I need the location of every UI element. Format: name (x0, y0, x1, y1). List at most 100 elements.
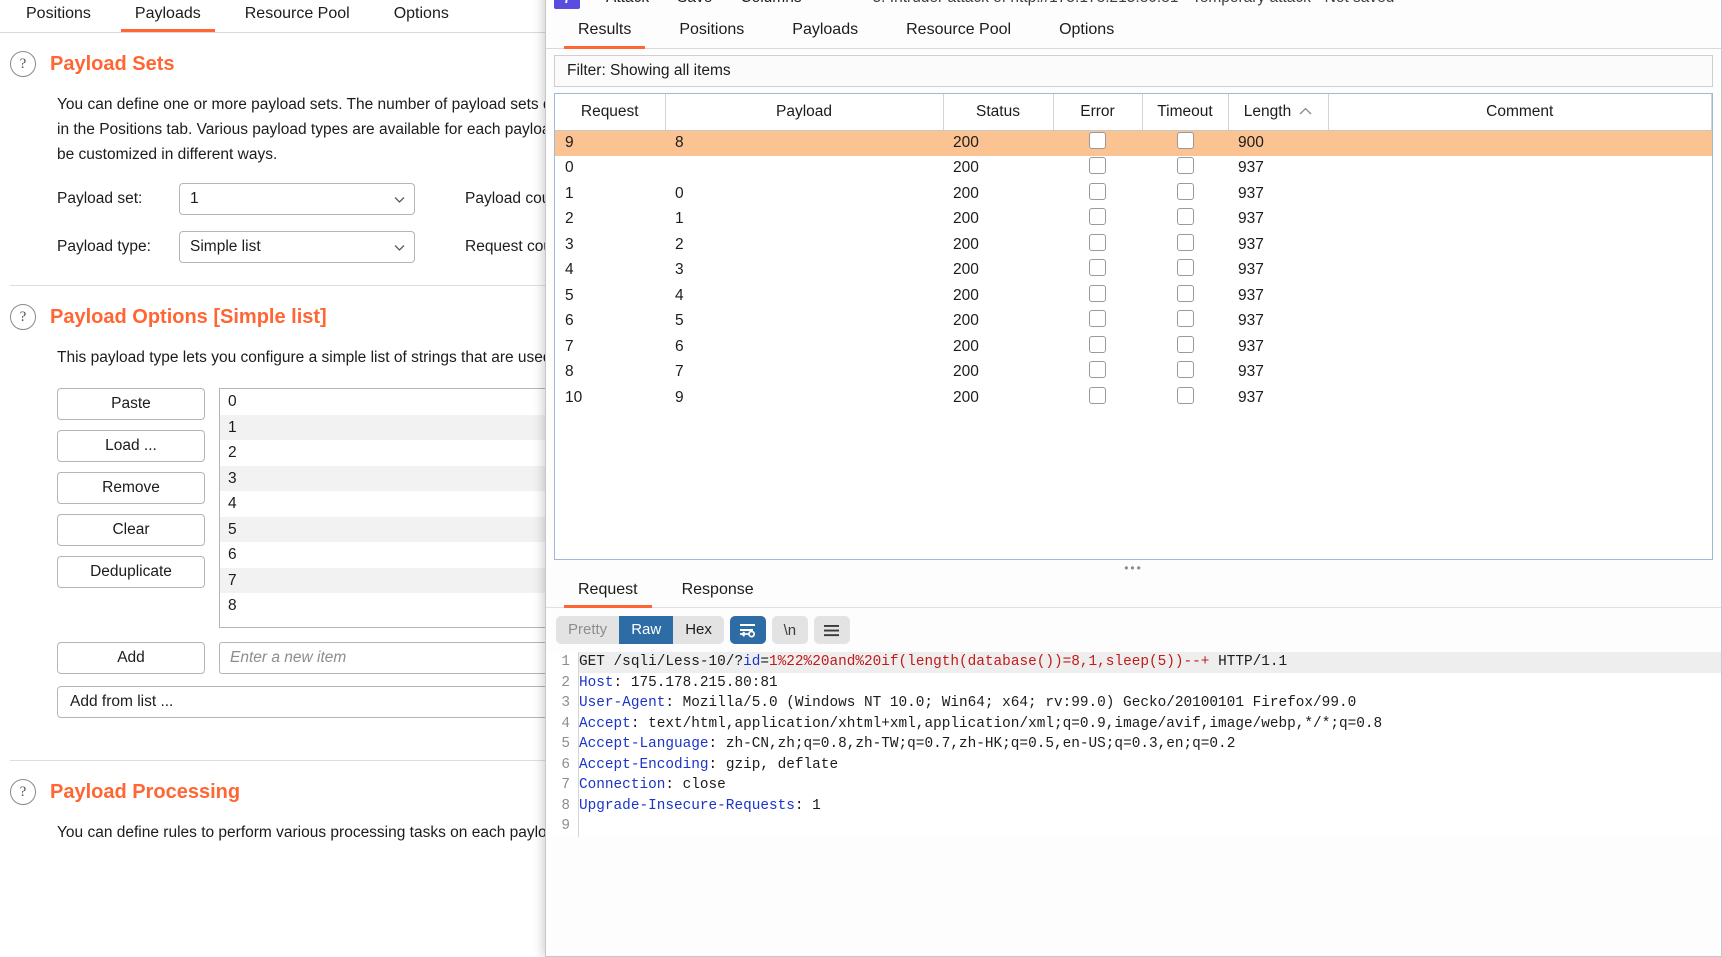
cell-error[interactable] (1053, 130, 1142, 156)
error-checkbox[interactable] (1089, 132, 1106, 149)
table-row[interactable]: 3 2 200 937 (555, 232, 1712, 258)
table-row[interactable]: 6 5 200 937 (555, 309, 1712, 335)
hamburger-icon[interactable] (813, 616, 850, 644)
clear-button[interactable]: Clear (57, 514, 205, 546)
cell-timeout[interactable] (1142, 309, 1228, 335)
error-checkbox[interactable] (1089, 182, 1106, 200)
remove-button[interactable]: Remove (57, 472, 205, 504)
column-header-error[interactable]: Error (1053, 94, 1143, 131)
timeout-checkbox[interactable] (1176, 284, 1194, 302)
tab-positions[interactable]: Positions (4, 3, 113, 32)
cell-payload: 8 (665, 130, 943, 156)
column-header-payload[interactable]: Payload (665, 94, 944, 131)
error-checkbox[interactable] (1089, 335, 1106, 353)
payload-type-select[interactable]: Simple list (179, 231, 415, 263)
results-table-wrap: Request Payload Status Error Timeout Length Co… (554, 93, 1713, 560)
timeout-checkbox[interactable] (1176, 132, 1194, 149)
column-header-request[interactable]: Request (555, 94, 666, 131)
timeout-checkbox[interactable] (1176, 233, 1194, 251)
help-icon[interactable]: ? (10, 779, 36, 805)
filter-bar[interactable]: Filter: Showing all items (554, 55, 1713, 87)
cell-error[interactable] (1053, 232, 1142, 258)
error-checkbox[interactable] (1089, 259, 1106, 277)
error-checkbox[interactable] (1089, 386, 1106, 404)
column-header-timeout[interactable]: Timeout (1142, 94, 1229, 131)
timeout-checkbox[interactable] (1176, 361, 1194, 379)
column-header-status[interactable]: Status (943, 94, 1054, 131)
tab-resource-pool[interactable]: Resource Pool (882, 19, 1035, 48)
table-row[interactable]: 2 1 200 937 (555, 207, 1712, 233)
column-label: Status (976, 102, 1020, 120)
error-checkbox[interactable] (1089, 157, 1106, 175)
cell-error[interactable] (1053, 181, 1142, 207)
table-row[interactable]: 5 4 200 937 (555, 283, 1712, 309)
cell-timeout[interactable] (1142, 360, 1228, 386)
timeout-checkbox[interactable] (1176, 208, 1194, 226)
cell-error[interactable] (1053, 385, 1142, 411)
table-row[interactable]: 0 200 937 (555, 156, 1712, 182)
cell-timeout[interactable] (1142, 130, 1228, 156)
cell-timeout[interactable] (1142, 232, 1228, 258)
error-checkbox[interactable] (1089, 310, 1106, 328)
tab-results[interactable]: Results (554, 19, 655, 49)
newline-icon[interactable]: \n (771, 616, 808, 644)
timeout-checkbox[interactable] (1176, 259, 1194, 277)
table-row[interactable]: 10 9 200 937 (555, 385, 1712, 411)
error-checkbox[interactable] (1089, 208, 1106, 226)
column-header-comment[interactable]: Comment (1328, 94, 1712, 131)
deduplicate-button[interactable]: Deduplicate (57, 556, 205, 588)
column-header-length[interactable]: Length (1228, 94, 1329, 131)
cell-timeout[interactable] (1142, 181, 1228, 207)
cell-error[interactable] (1053, 309, 1142, 335)
tab-request[interactable]: Request (556, 579, 660, 608)
cell-timeout[interactable] (1142, 258, 1228, 284)
table-row[interactable]: 8 7 200 937 (555, 360, 1712, 386)
cell-timeout[interactable] (1142, 385, 1228, 411)
tab-positions[interactable]: Positions (655, 19, 768, 48)
table-row[interactable]: 9 8 200 900 (555, 130, 1712, 156)
tab-payloads[interactable]: Payloads (113, 3, 223, 32)
table-row[interactable]: 4 3 200 937 (555, 258, 1712, 284)
timeout-checkbox[interactable] (1176, 157, 1194, 175)
error-checkbox[interactable] (1089, 361, 1106, 379)
error-checkbox[interactable] (1089, 233, 1106, 251)
cell-error[interactable] (1053, 283, 1142, 309)
table-row[interactable]: 7 6 200 937 (555, 334, 1712, 360)
pretty-button[interactable]: Pretty (556, 616, 620, 644)
paste-button[interactable]: Paste (57, 388, 205, 420)
tab-payloads[interactable]: Payloads (768, 19, 882, 48)
request-code-view[interactable]: 1 GET /sqli/Less-10/?id=1%22%20and%20if(l… (546, 652, 1721, 837)
hex-button[interactable]: Hex (673, 616, 724, 644)
cell-error[interactable] (1053, 156, 1142, 182)
load-button[interactable]: Load ... (57, 430, 205, 462)
timeout-checkbox[interactable] (1176, 386, 1194, 404)
help-icon[interactable]: ? (10, 304, 36, 330)
menu-save[interactable]: Save (663, 0, 726, 7)
cell-error[interactable] (1053, 334, 1142, 360)
cell-error[interactable] (1053, 258, 1142, 284)
table-row[interactable]: 1 0 200 937 (555, 181, 1712, 207)
cell-timeout[interactable] (1142, 334, 1228, 360)
timeout-checkbox[interactable] (1176, 310, 1194, 328)
tab-response[interactable]: Response (660, 579, 776, 607)
payload-set-select[interactable]: 1 (179, 183, 415, 215)
tab-resource-pool[interactable]: Resource Pool (223, 3, 372, 32)
word-wrap-icon[interactable] (729, 616, 766, 644)
cell-timeout[interactable] (1142, 207, 1228, 233)
help-icon[interactable]: ? (10, 51, 36, 77)
cell-request: 6 (565, 312, 574, 330)
error-checkbox[interactable] (1089, 284, 1106, 302)
splitter-grip[interactable]: ••• (546, 560, 1721, 576)
cell-error[interactable] (1053, 360, 1142, 386)
raw-button[interactable]: Raw (619, 616, 674, 644)
cell-timeout[interactable] (1142, 283, 1228, 309)
timeout-checkbox[interactable] (1176, 335, 1194, 353)
add-button[interactable]: Add (57, 642, 205, 674)
timeout-checkbox[interactable] (1176, 182, 1194, 200)
tab-options[interactable]: Options (372, 3, 471, 32)
menu-columns[interactable]: Columns (726, 0, 815, 7)
tab-options[interactable]: Options (1035, 19, 1138, 48)
menu-attack[interactable]: Attack (592, 0, 663, 7)
cell-error[interactable] (1053, 207, 1142, 233)
cell-timeout[interactable] (1142, 156, 1228, 182)
